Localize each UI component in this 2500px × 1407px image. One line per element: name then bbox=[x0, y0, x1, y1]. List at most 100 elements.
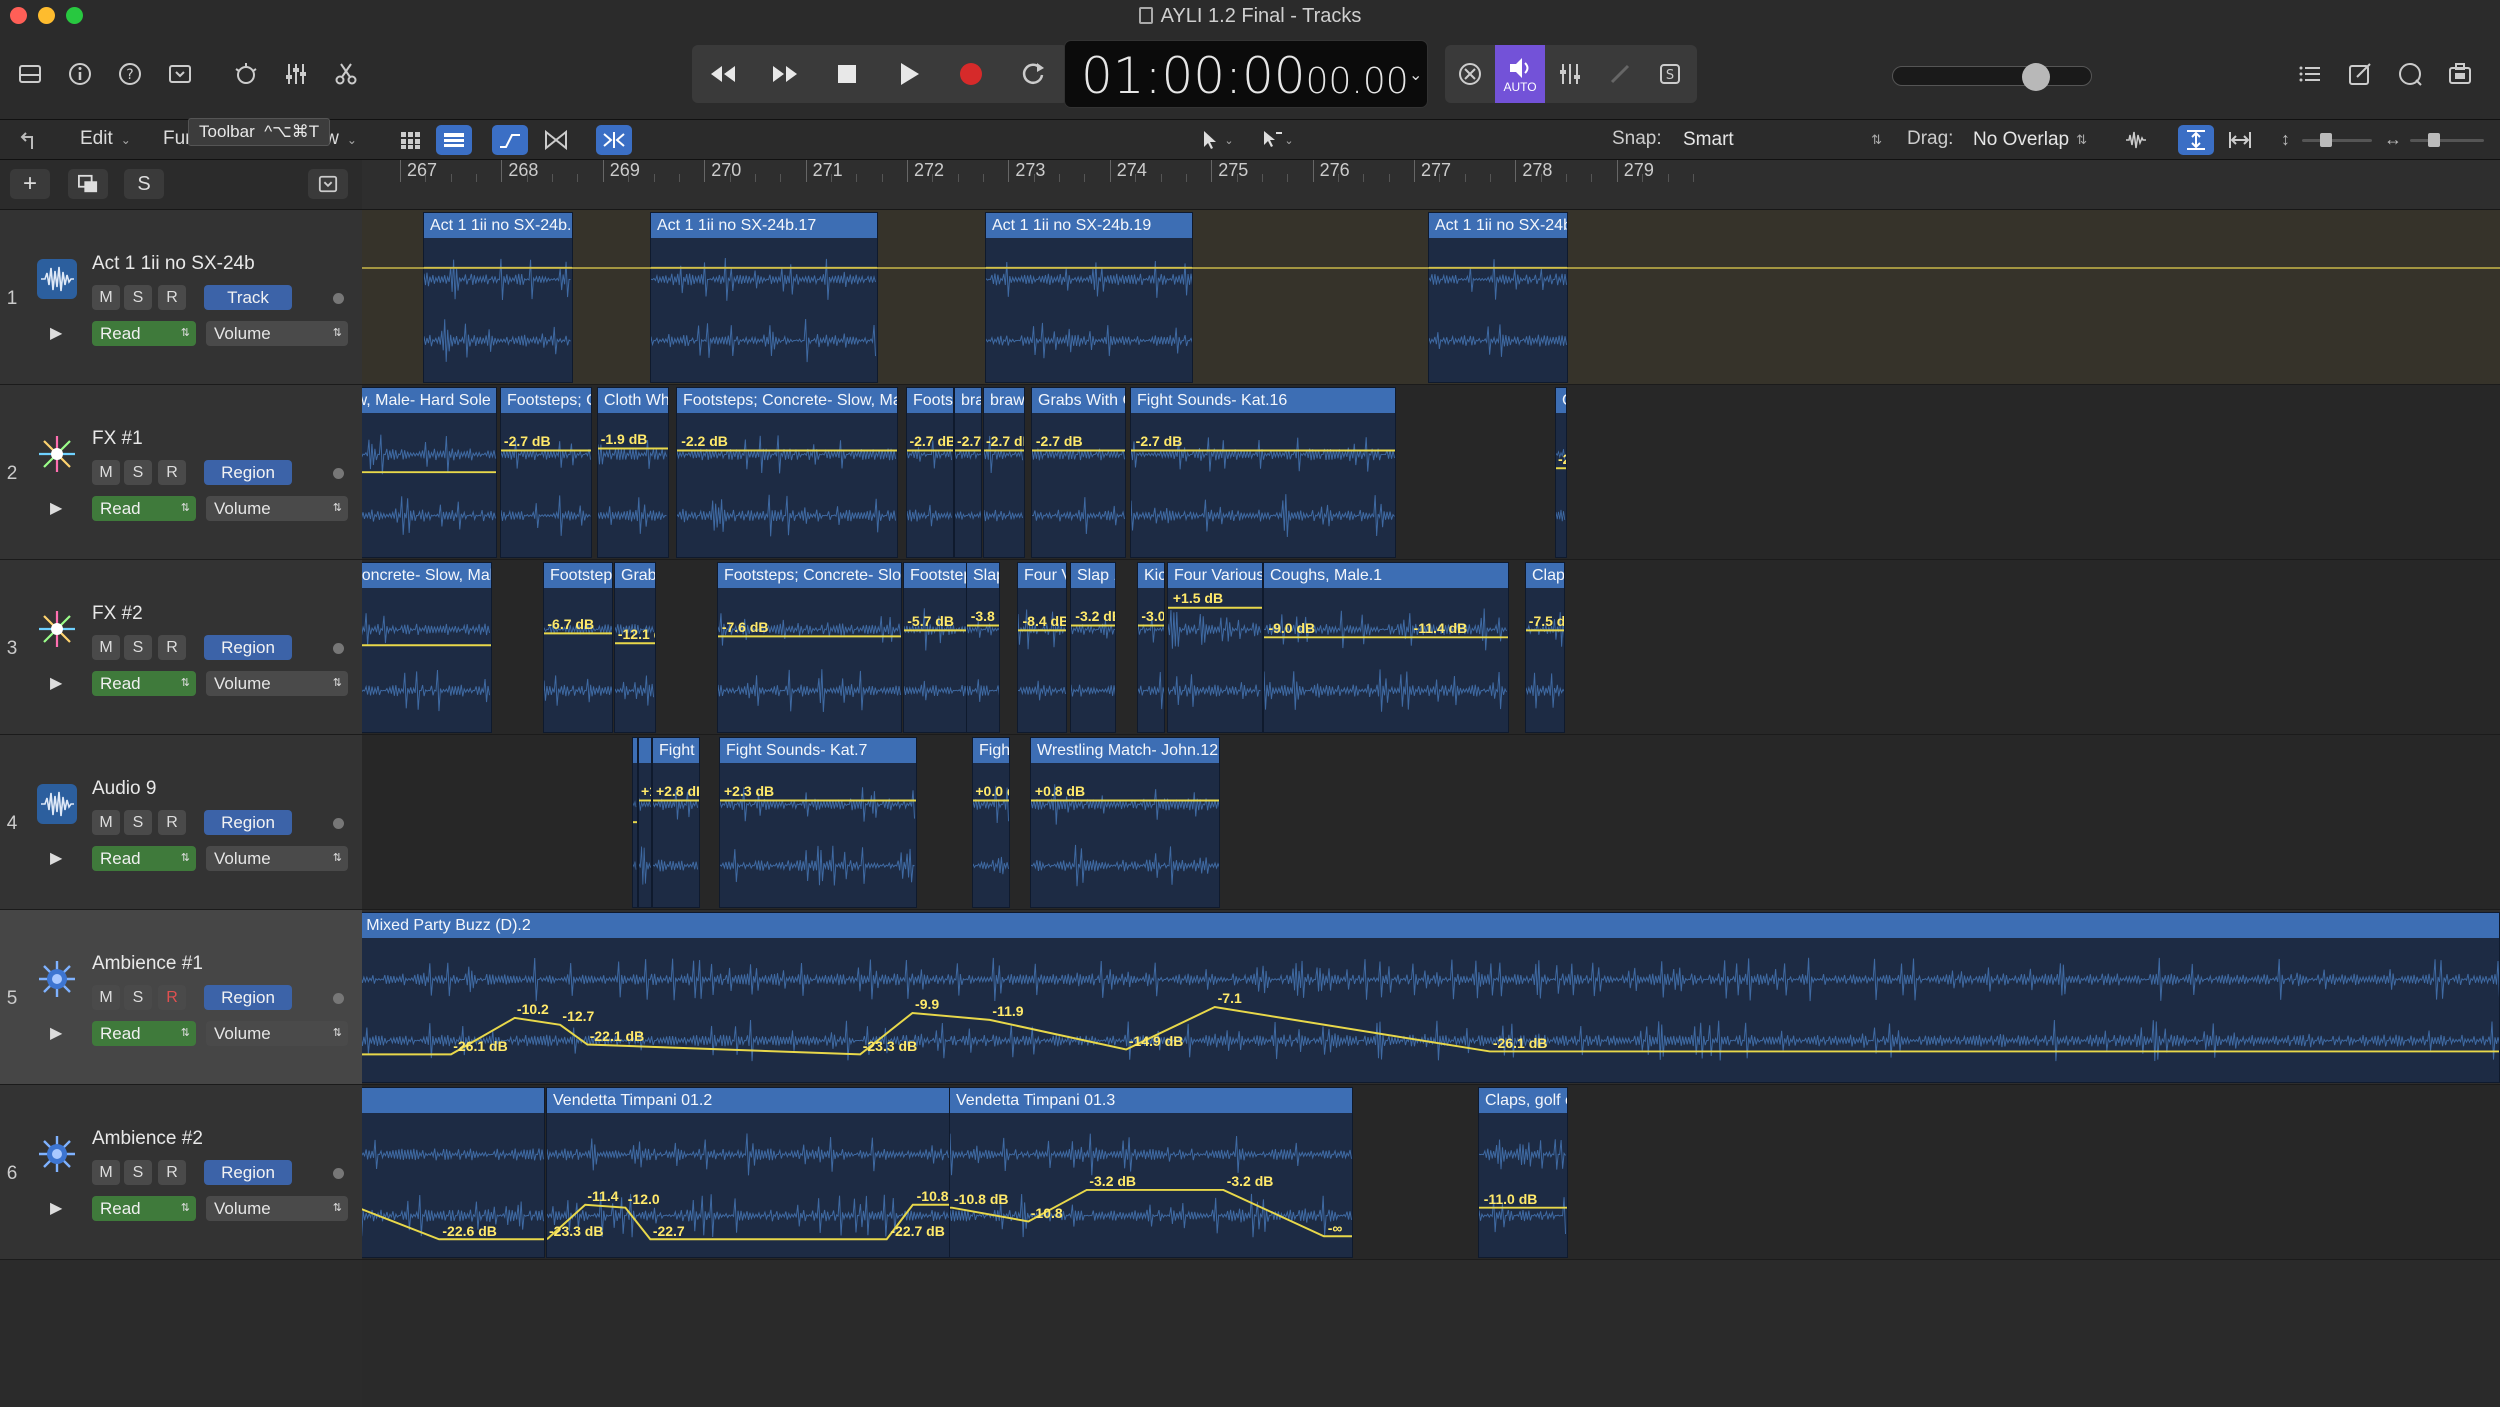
solo-button[interactable]: S bbox=[124, 635, 152, 660]
region-name[interactable]: Fight Sounds- Kat.7 bbox=[720, 738, 916, 763]
region-name[interactable]: Slap bbox=[967, 563, 999, 588]
automation-read-popup[interactable]: Read ⇅ bbox=[92, 1196, 196, 1221]
region-waveform[interactable]: -5.7 dB bbox=[904, 588, 966, 732]
audio-region[interactable]: Kick -3.0 c bbox=[1137, 562, 1165, 733]
vertical-zoom-slider[interactable] bbox=[2302, 133, 2372, 147]
audio-region[interactable]: Slap -3.8 d bbox=[966, 562, 1000, 733]
region-name[interactable]: braw bbox=[955, 388, 981, 413]
region-waveform[interactable]: -11.0 dB bbox=[1479, 1113, 1567, 1257]
region-name[interactable]: C bbox=[1556, 388, 1566, 413]
sparkle-icon[interactable] bbox=[35, 607, 79, 651]
audio-region[interactable]: brawl-- -2.7 dB bbox=[983, 387, 1025, 558]
region-name[interactable]: Footste bbox=[907, 388, 953, 413]
track-lane[interactable]: ps; Concrete- Slow, Male- Hard Sole (D)_… bbox=[362, 385, 2500, 560]
track-header[interactable]: 1 Act 1 1ii no SX-24b M S R Track ▶ Read… bbox=[0, 210, 362, 385]
audio-region[interactable]: Footsteps; Concre -2.7 dB bbox=[500, 387, 592, 558]
audio-region[interactable]: Fight Sounds- Kat.7 +2.3 dB bbox=[719, 737, 917, 908]
waveform-zoom-button[interactable] bbox=[2118, 125, 2154, 155]
region-waveform[interactable]: +2.3 dB bbox=[720, 763, 916, 907]
region-waveform[interactable]: -2.7 dB bbox=[501, 413, 591, 557]
audio-region[interactable]: Fight So +2.8 dB bbox=[652, 737, 700, 908]
arrange-empty-space[interactable] bbox=[362, 1260, 2500, 1407]
disclosure-triangle-icon[interactable]: ▶ bbox=[50, 323, 66, 343]
track-header[interactable]: 2 FX #1 M S R Region ▶ Read ⇅ Volume ⇅ bbox=[0, 385, 362, 560]
region-name[interactable]: Footsteps; Concre bbox=[501, 388, 591, 413]
region-name[interactable]: Slap 1 ( bbox=[1071, 563, 1115, 588]
drag-popup[interactable]: No Overlap ⇅ bbox=[1965, 126, 2095, 154]
region-name[interactable]: Coughs, Male.1 bbox=[1264, 563, 1508, 588]
region-waveform[interactable] bbox=[362, 413, 496, 557]
grid-view-button[interactable] bbox=[392, 125, 428, 155]
low-latency-button[interactable] bbox=[1445, 45, 1495, 103]
disclosure-triangle-icon[interactable]: ▶ bbox=[50, 1023, 66, 1043]
library-button[interactable] bbox=[10, 54, 50, 94]
audio-region[interactable]: Vendetta Timpani 01.2 -23.3 dB -11.4 -12.0-… bbox=[546, 1087, 950, 1258]
track-name[interactable]: FX #1 bbox=[92, 428, 143, 450]
region-name[interactable]: Footsteps; C bbox=[544, 563, 612, 588]
audio-region[interactable]: Slap 1 (-3.2 dB bbox=[1070, 562, 1116, 733]
region-waveform[interactable]: -3.8 d bbox=[967, 588, 999, 732]
record-enable-button[interactable]: R bbox=[158, 810, 186, 835]
automation-mode-button[interactable]: Track bbox=[204, 285, 292, 310]
track-lane[interactable]: Act 1 1ii no SX-24b.15 Act 1 1ii no SX-24… bbox=[362, 210, 2500, 385]
automation-parameter-popup[interactable]: Volume ⇅ bbox=[206, 321, 348, 346]
track-lane[interactable]: )Footsteps; Concrete- Slow, Male- Hard S… bbox=[362, 560, 2500, 735]
fast-forward-button[interactable] bbox=[754, 45, 816, 103]
region-waveform[interactable]: -7.5 dB bbox=[1526, 588, 1564, 732]
region-waveform[interactable]: -10.8 dB -10.8 -3.2 dB -3.2 dB -∞ bbox=[950, 1113, 1352, 1257]
region-waveform[interactable]: +0.0 dB bbox=[973, 763, 1009, 907]
automation-mode-button[interactable]: Region bbox=[204, 1160, 292, 1185]
track-lane[interactable]: ni 01.1-5.1 dB-22.6 dBVendetta Timpani 0… bbox=[362, 1085, 2500, 1260]
audio-region[interactable]: Four Vari -8.4 dB bbox=[1017, 562, 1067, 733]
sparkle-icon[interactable] bbox=[35, 432, 79, 476]
region-waveform[interactable]: +0.8 dB bbox=[1031, 763, 1219, 907]
region-waveform[interactable] bbox=[424, 238, 572, 382]
edit-menu[interactable]: Edit ⌄ bbox=[80, 128, 131, 150]
automation-parameter-popup[interactable]: Volume ⇅ bbox=[206, 1196, 348, 1221]
region-name[interactable]: Claps, golf claps w bbox=[1479, 1088, 1567, 1113]
audio-region[interactable]: Fight Sounds- Kat.16 -2.7 dB bbox=[1130, 387, 1396, 558]
region-waveform[interactable]: -2.7 dB bbox=[1032, 413, 1125, 557]
audio-region[interactable]: Act 1 1ii no SX-24b.19 bbox=[985, 212, 1193, 383]
region-waveform[interactable] bbox=[986, 238, 1192, 382]
region-waveform[interactable]: -2 bbox=[1556, 413, 1566, 557]
region-name[interactable]: Fight Sounds- Kat.16 bbox=[1131, 388, 1395, 413]
master-volume-slider[interactable] bbox=[1892, 63, 2092, 91]
loop-browser-button[interactable] bbox=[2390, 54, 2430, 94]
region-waveform[interactable]: +1.5 dB bbox=[1168, 588, 1262, 732]
region-name[interactable]: Ambience, Interior Mixed Party Buzz (D).… bbox=[362, 913, 2499, 938]
automation-parameter-popup[interactable]: Volume ⇅ bbox=[206, 671, 348, 696]
audio-region[interactable]: Grabs -12.1 dB bbox=[614, 562, 656, 733]
gear-burst-icon[interactable] bbox=[35, 1132, 79, 1176]
chevron-down-icon[interactable]: ⌄ bbox=[1409, 65, 1422, 85]
region-name[interactable]: Fight So bbox=[653, 738, 699, 763]
quick-help-button[interactable]: ? bbox=[110, 54, 150, 94]
toolbar-button[interactable] bbox=[160, 54, 200, 94]
region-name[interactable]: Vendetta Timpani 01.3 bbox=[950, 1088, 1352, 1113]
region-name[interactable]: Footsteps; Concrete- Slow, Male- Hard So… bbox=[677, 388, 897, 413]
region-name[interactable]: Act 1 1ii no SX-24b.19 bbox=[986, 213, 1192, 238]
automation-parameter-popup[interactable]: Volume ⇅ bbox=[206, 846, 348, 871]
region-waveform[interactable]: -2.7 dB bbox=[907, 413, 953, 557]
mute-button[interactable]: M bbox=[92, 460, 120, 485]
track-lane[interactable]: +1. Fight So +2.8 dB Fight Sounds- Kat.7 +2.… bbox=[362, 735, 2500, 910]
add-track-button[interactable]: + bbox=[10, 169, 50, 199]
region-waveform[interactable]: +2.8 dB bbox=[653, 763, 699, 907]
automation-mode-button[interactable]: Region bbox=[204, 460, 292, 485]
solo-mode-button[interactable]: S bbox=[1645, 45, 1695, 103]
track-header[interactable]: 6 Ambience #2 M S R Region ▶ Read ⇅ Volum… bbox=[0, 1085, 362, 1260]
automation-mode-button[interactable]: Region bbox=[204, 810, 292, 835]
mixer-button[interactable] bbox=[276, 54, 316, 94]
audio-region[interactable]: Act 1 1ii no SX-24b.17 bbox=[650, 212, 878, 383]
audio-region[interactable]: Claps, g -7.5 dB bbox=[1525, 562, 1565, 733]
solo-button[interactable]: S bbox=[124, 1160, 152, 1185]
audio-region[interactable]: Vendetta Timpani 01.3 -10.8 dB -10.8 -3.2 d… bbox=[949, 1087, 1353, 1258]
audio-region[interactable]: Coughs, Male.1 -9.0 dB -11.4 dB bbox=[1263, 562, 1509, 733]
region-waveform[interactable]: -2.7 d bbox=[955, 413, 981, 557]
audio-region[interactable]: C -2 bbox=[1555, 387, 1567, 558]
rewind-button[interactable] bbox=[692, 45, 754, 103]
audio-region[interactable]: +1. bbox=[638, 737, 652, 908]
region-name[interactable]: Footsteps; Concrete- Slow, Male- Hard So… bbox=[362, 563, 491, 588]
note-pads-button[interactable] bbox=[2340, 54, 2380, 94]
snap-popup[interactable]: Smart ⇅ bbox=[1675, 126, 1890, 154]
